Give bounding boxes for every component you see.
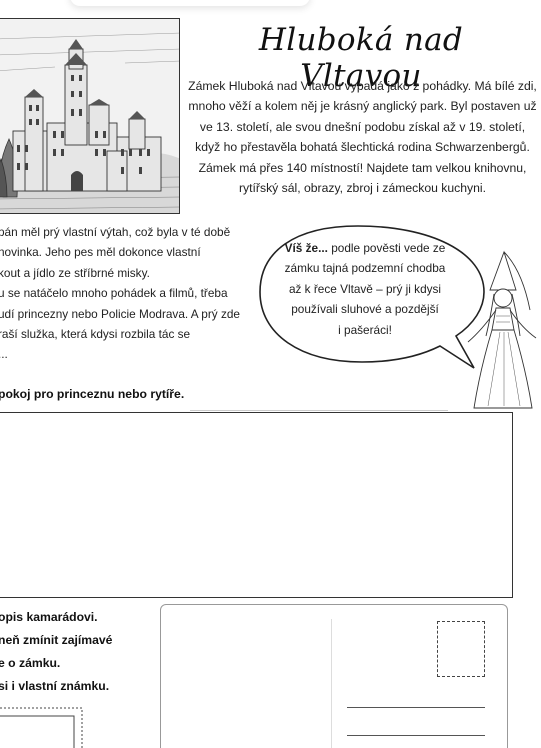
fun-facts-paragraph: pán měl prý vlastní výtah, což byla v té… [0,222,268,365]
fact-line: udí princezny nebo Policie Modrava. A pr… [0,306,240,321]
fact-line: raší služka, která kdysi rozbila tác se [0,327,191,342]
task-line: neň zmínit zajímavé [0,633,113,647]
top-tab-shadow [70,0,310,6]
bubble-line: i pašeráci! [338,322,392,337]
bubble-line: až k řece Vltavě – prý ji kdysi [288,281,442,296]
bubble-line: zámku tajná podzemní chodba [284,261,446,276]
drawing-task-instruction: pokoj pro princeznu nebo rytíře. [0,387,185,401]
address-line[interactable] [347,707,485,708]
intro-line: mnoho věží a kolem něj je krásný anglick… [188,99,537,114]
intro-line: když ho přestavěla bohatá šlechtická rod… [195,140,530,155]
postcard[interactable] [160,604,508,748]
stamp-placeholder[interactable] [437,621,485,677]
bubble-lead: Víš že... [284,241,328,255]
princess-drawing-icon [467,250,537,409]
fact-line: ... [0,347,8,362]
postage-stamp-icon [0,707,83,748]
task-line: e o zámku. [0,656,61,670]
postcard-divider [331,619,332,748]
divider [190,410,448,411]
task-line: opis kamarádovi. [0,610,98,624]
intro-line: Zámek Hluboká nad Vltavou vypadá jako z … [188,79,537,93]
bubble-line-rest: podle pověsti vede ze [327,241,446,255]
fact-line: kout a jídlo ze stříbrné misky. [0,265,150,280]
address-line[interactable] [347,735,485,736]
fact-line: pán měl prý vlastní výtah, což byla v té… [0,225,231,239]
castle-engraving-icon [0,18,180,214]
drawing-area[interactable] [0,412,513,598]
bubble-line: Víš že... podle pověsti vede ze [270,238,460,258]
fact-line: u se natáčelo mnoho pohádek a filmů, tře… [0,286,228,301]
intro-line: rytířský sál, obrazy, zbroj i zámeckou k… [239,181,486,196]
fact-line: novinka. Jeho pes měl dokonce vlastní [0,245,201,260]
intro-line: ve 13. století, ale svou dnešní podobu z… [199,119,526,134]
task-line: si i vlastní známku. [0,679,110,693]
intro-line: Zámek má přes 140 místností! Najdete tam… [198,160,527,175]
intro-paragraph: Zámek Hluboká nad Vltavou vypadá jako z … [184,76,541,198]
bubble-text: Víš že... podle pověsti vede ze zámku ta… [270,238,460,340]
bubble-line: používali sluhové a pozdější [291,302,439,317]
postcard-task-instruction: opis kamarádovi. neň zmínit zajímavé e o… [0,606,112,698]
